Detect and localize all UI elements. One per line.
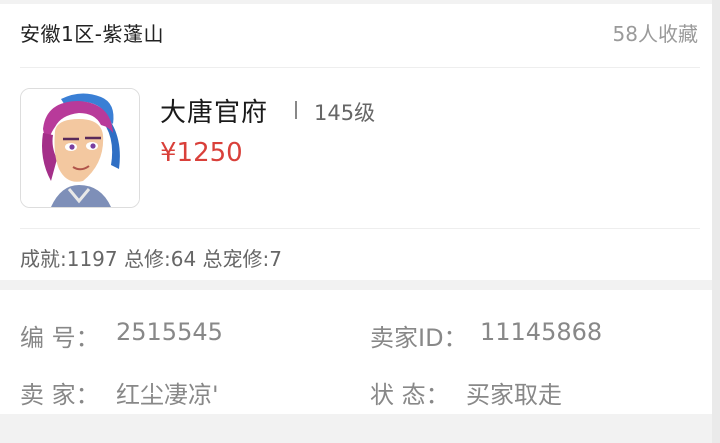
separator xyxy=(295,101,297,119)
status-value: 买家取走 xyxy=(466,381,562,409)
id-label: 编 号： xyxy=(20,324,100,352)
character-portrait-icon xyxy=(21,89,139,207)
favorites-count: 58人收藏 xyxy=(612,22,698,46)
status-label: 状 态： xyxy=(370,381,450,409)
divider xyxy=(20,67,700,68)
seller-id-value: 11145868 xyxy=(480,318,603,346)
seller-value: 红尘凄凉' xyxy=(116,381,219,409)
id-value: 2515545 xyxy=(116,318,223,346)
divider xyxy=(20,228,700,229)
detail-section: 编 号： 2515545 卖家ID： 11145868 卖 家： 红尘凄凉' 状… xyxy=(0,290,712,414)
top-divider xyxy=(0,0,712,4)
character-avatar[interactable] xyxy=(20,88,140,208)
character-level: 145级 xyxy=(314,101,376,125)
listing-card[interactable]: 安徽1区-紫蓬山 58人收藏 大唐官府 145级 ¥1250 成就:1197 总… xyxy=(0,0,712,280)
character-stats: 成就:1197 总修:64 总宠修:7 xyxy=(20,247,283,271)
price: ¥1250 xyxy=(160,138,243,168)
character-school: 大唐官府 xyxy=(160,98,269,128)
seller-id-label: 卖家ID： xyxy=(370,324,468,352)
seller-label: 卖 家： xyxy=(20,381,100,409)
scrollbar-edge xyxy=(712,0,720,443)
server-name: 安徽1区-紫蓬山 xyxy=(20,22,164,46)
